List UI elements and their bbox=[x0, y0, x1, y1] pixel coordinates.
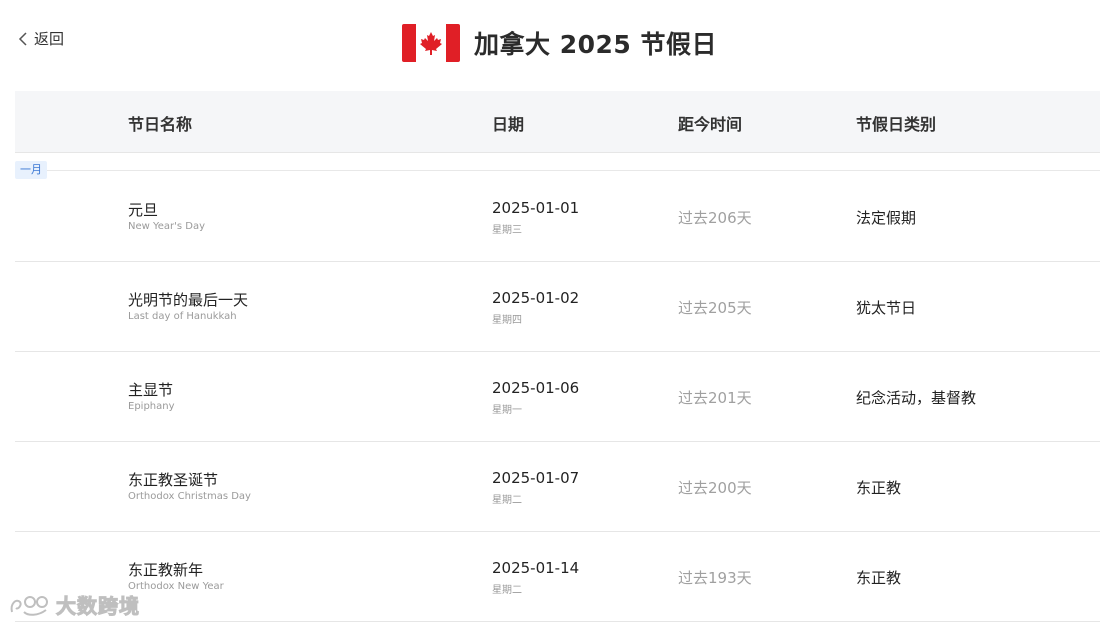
holiday-category: 东正教 bbox=[856, 479, 902, 497]
holiday-date: 2025-01-01 bbox=[492, 199, 580, 217]
time-since: 过去200天 bbox=[678, 479, 752, 497]
column-header-category: 节假日类别 bbox=[856, 115, 937, 134]
holiday-category: 东正教 bbox=[856, 569, 902, 587]
time-since: 过去201天 bbox=[678, 389, 752, 407]
page-header: 加拿大 2025 节假日 bbox=[0, 24, 1119, 62]
holiday-name-en: New Year's Day bbox=[128, 221, 206, 232]
holiday-name-en: Last day of Hanukkah bbox=[128, 311, 237, 322]
holiday-date: 2025-01-14 bbox=[492, 559, 580, 577]
table-header: 节日名称 日期 距今时间 节假日类别 bbox=[15, 91, 1100, 153]
holiday-weekday: 星期二 bbox=[492, 495, 522, 506]
column-header-date: 日期 bbox=[492, 115, 525, 134]
holiday-name-en: Epiphany bbox=[128, 401, 175, 412]
column-header-time-since: 距今时间 bbox=[678, 115, 743, 134]
page: 返回 加拿大 2025 节假日 节日名称 日期 距今时间 节假日类别 一月 元旦… bbox=[0, 0, 1119, 625]
column-header-name: 节日名称 bbox=[128, 115, 193, 134]
holiday-name-en: Orthodox Christmas Day bbox=[128, 491, 251, 502]
watermark-text: 大数跨境 bbox=[56, 594, 140, 619]
page-title: 加拿大 2025 节假日 bbox=[474, 30, 717, 59]
canada-flag-icon bbox=[402, 24, 460, 62]
table-row[interactable]: 光明节的最后一天 Last day of Hanukkah 2025-01-02… bbox=[15, 261, 1100, 352]
holiday-name-cn: 元旦 bbox=[128, 201, 159, 219]
holiday-weekday: 星期四 bbox=[492, 315, 522, 326]
holiday-name-cn: 光明节的最后一天 bbox=[128, 291, 249, 309]
holiday-date: 2025-01-02 bbox=[492, 289, 580, 307]
holiday-weekday: 星期一 bbox=[492, 405, 522, 416]
holiday-category: 法定假期 bbox=[856, 209, 917, 227]
holiday-name-cn: 东正教圣诞节 bbox=[128, 471, 219, 489]
holiday-category: 纪念活动，基督教 bbox=[856, 389, 977, 407]
holiday-date: 2025-01-07 bbox=[492, 469, 580, 487]
time-since: 过去205天 bbox=[678, 299, 752, 317]
holiday-date: 2025-01-06 bbox=[492, 379, 580, 397]
holiday-name-cn: 东正教新年 bbox=[128, 561, 204, 579]
holiday-name-en: Orthodox New Year bbox=[128, 581, 224, 592]
holiday-weekday: 星期三 bbox=[492, 225, 522, 236]
holiday-category: 犹太节日 bbox=[856, 299, 917, 317]
holiday-name-cn: 主显节 bbox=[128, 381, 174, 399]
table-row[interactable]: 东正教新年 Orthodox New Year 2025-01-14 星期二 过… bbox=[15, 531, 1100, 622]
table-row[interactable]: 东正教圣诞节 Orthodox Christmas Day 2025-01-07… bbox=[15, 441, 1100, 532]
table-row[interactable]: 主显节 Epiphany 2025-01-06 星期一 过去201天 纪念活动，… bbox=[15, 351, 1100, 442]
watermark: 大数跨境 bbox=[8, 590, 140, 619]
table-row[interactable]: 元旦 New Year's Day 2025-01-01 星期三 过去206天 … bbox=[15, 171, 1100, 262]
holiday-weekday: 星期二 bbox=[492, 585, 522, 596]
brand-logo-icon bbox=[10, 595, 48, 616]
time-since: 过去193天 bbox=[678, 569, 752, 587]
time-since: 过去206天 bbox=[678, 209, 752, 227]
